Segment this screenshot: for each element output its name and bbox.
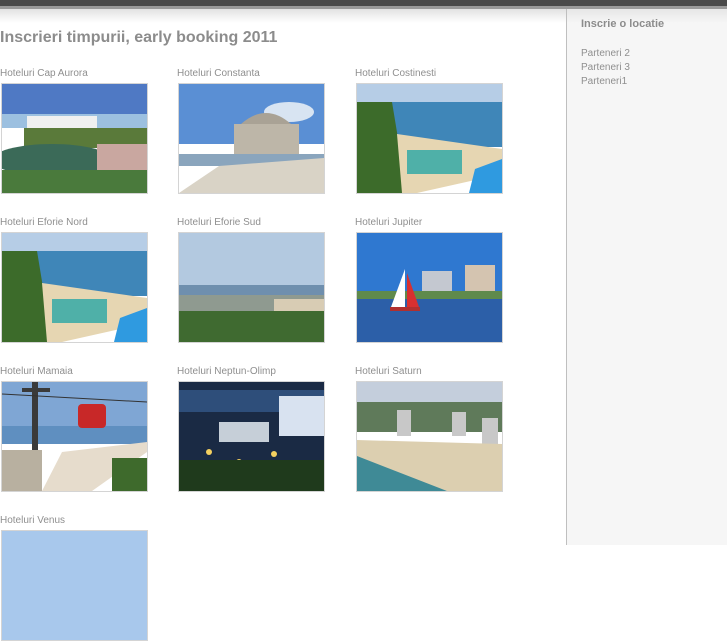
header-shadow [0, 9, 566, 23]
partner-link[interactable]: Parteneri1 [581, 75, 630, 89]
gallery-item: Hoteluri Constanta [177, 68, 327, 194]
gallery-item-link[interactable]: Hoteluri Eforie Nord [0, 217, 150, 229]
aerial-beach-photo-icon[interactable] [356, 381, 503, 492]
partner-link[interactable]: Parteneri 2 [581, 47, 630, 61]
gallery-item: Hoteluri Eforie Sud [177, 217, 327, 343]
gallery-item-link[interactable]: Hoteluri Jupiter [355, 217, 505, 229]
sailboat-photo-icon[interactable] [356, 232, 503, 343]
sidebar: Inscrie o locatie Parteneri 2 Parteneri … [566, 9, 727, 545]
gallery-item-link[interactable]: Hoteluri Saturn [355, 366, 505, 378]
gallery-item-link[interactable]: Hoteluri Eforie Sud [177, 217, 327, 229]
page-title: Inscrieri timpurii, early booking 2011 [0, 29, 278, 46]
gallery-item: Hoteluri Cap Aurora [0, 68, 150, 194]
beach-pool-photo-icon[interactable] [356, 83, 503, 194]
gallery-item: Hoteluri Saturn [355, 366, 505, 492]
gallery-item: Hoteluri Jupiter [355, 217, 505, 343]
casino-building-photo-icon[interactable] [178, 83, 325, 194]
gallery-item: Hoteluri Venus [0, 515, 150, 641]
gallery-item: Hoteluri Mamaia [0, 366, 150, 492]
gallery-item: Hoteluri Neptun-Olimp [177, 366, 327, 492]
gallery-item: Hoteluri Eforie Nord [0, 217, 150, 343]
gallery-item-link[interactable]: Hoteluri Costinesti [355, 68, 505, 80]
cable-car-photo-icon[interactable] [1, 381, 148, 492]
coast-photo-icon[interactable] [178, 232, 325, 343]
gallery-item-link[interactable]: Hoteluri Constanta [177, 68, 327, 80]
gallery-item-link[interactable]: Hoteluri Cap Aurora [0, 68, 150, 80]
main-content: Inscrieri timpurii, early booking 2011 H… [0, 0, 566, 641]
night-resort-photo-icon[interactable] [178, 381, 325, 492]
gallery-item-link[interactable]: Hoteluri Neptun-Olimp [177, 366, 327, 378]
partner-list: Parteneri 2 Parteneri 3 Parteneri1 [581, 47, 630, 89]
partner-link[interactable]: Parteneri 3 [581, 61, 630, 75]
beach-pool-photo-icon[interactable] [1, 232, 148, 343]
sidebar-heading: Inscrie o locatie [581, 18, 665, 30]
gallery-item: Hoteluri Costinesti [355, 68, 505, 194]
gallery-item-link[interactable]: Hoteluri Mamaia [0, 366, 150, 378]
beach-photo-icon[interactable] [1, 83, 148, 194]
gallery-item-link[interactable]: Hoteluri Venus [0, 515, 150, 527]
sky-photo-icon[interactable] [1, 530, 148, 641]
